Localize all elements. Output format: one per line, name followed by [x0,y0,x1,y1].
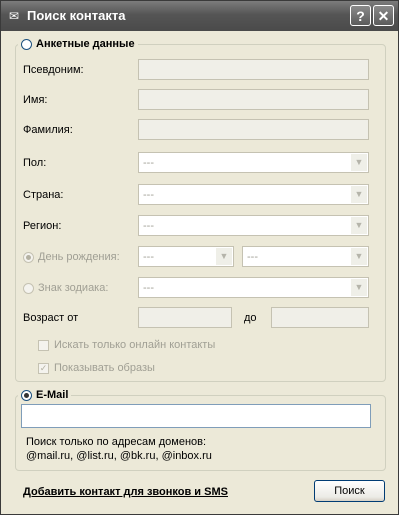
nickname-label: Псевдоним: [23,64,84,76]
email-radio[interactable]: E-Mail [18,389,72,401]
profile-radio[interactable]: Анкетные данные [18,38,138,50]
name-label: Имя: [23,94,48,106]
age-from-field[interactable] [138,307,232,328]
birthday-radio-circle[interactable] [23,251,34,263]
email-hint-line1: Поиск только по адресам доменов: [26,436,207,448]
surname-field[interactable] [138,119,369,140]
show-images-label: Показывать образы [54,362,155,374]
help-button[interactable]: ? [350,5,371,26]
chevron-down-icon[interactable]: ▼ [351,217,367,234]
online-only-box[interactable] [38,339,49,351]
zodiac-radio-circle[interactable] [23,282,34,294]
checkmark-icon[interactable]: ✓ [38,362,49,374]
birthday-day-select[interactable]: --- ▼ [138,246,234,267]
chevron-down-icon[interactable]: ▼ [216,248,232,265]
birthday-day-value: --- [143,251,154,263]
close-button[interactable]: ✕ [373,5,394,26]
search-button[interactable]: Поиск [314,480,385,502]
birthday-month-select[interactable]: --- ▼ [242,246,369,267]
gender-label: Пол: [23,157,47,169]
online-only-checkbox[interactable]: Искать только онлайн контакты [38,339,215,351]
gender-value: --- [143,157,154,169]
gender-select[interactable]: --- ▼ [138,152,369,173]
chevron-down-icon[interactable]: ▼ [351,154,367,171]
zodiac-radio[interactable]: Знак зодиака: [23,282,108,294]
age-to-label: до [244,312,257,324]
country-label: Страна: [23,189,64,201]
profile-radio-circle[interactable] [21,38,32,50]
agent-icon: ✉ [8,9,20,23]
surname-label: Фамилия: [23,124,73,136]
add-contact-link[interactable]: Добавить контакт для звонков и SMS [23,486,228,498]
region-label: Регион: [23,220,62,232]
show-images-checkbox[interactable]: ✓ Показывать образы [38,362,155,374]
age-to-field[interactable] [271,307,369,328]
search-contact-window: ✉ Поиск контакта ? ✕ Анкетные данные Псе… [0,0,399,515]
title-bar[interactable]: ✉ Поиск контакта ? ✕ [1,1,398,31]
email-radio-circle[interactable] [21,389,32,401]
birthday-radio[interactable]: День рождения: [23,251,120,263]
zodiac-select[interactable]: --- ▼ [138,277,369,298]
zodiac-value: --- [143,282,154,294]
nickname-field[interactable] [138,59,369,80]
chevron-down-icon[interactable]: ▼ [351,186,367,203]
name-field[interactable] [138,89,369,110]
country-value: --- [143,189,154,201]
email-legend-label: E-Mail [36,389,69,401]
profile-legend-label: Анкетные данные [36,38,135,50]
country-select[interactable]: --- ▼ [138,184,369,205]
age-from-label: Возраст от [23,312,79,324]
zodiac-label: Знак зодиака: [38,282,109,294]
chevron-down-icon[interactable]: ▼ [351,248,367,265]
birthday-label: День рождения: [38,251,120,263]
online-only-label: Искать только онлайн контакты [54,339,216,351]
region-select[interactable]: --- ▼ [138,215,369,236]
chevron-down-icon[interactable]: ▼ [351,279,367,296]
birthday-month-value: --- [247,251,258,263]
email-hint-line2: @mail.ru, @list.ru, @bk.ru, @inbox.ru [26,450,212,462]
window-title: Поиск контакта [27,8,126,23]
region-value: --- [143,220,154,232]
email-input[interactable] [21,404,371,428]
